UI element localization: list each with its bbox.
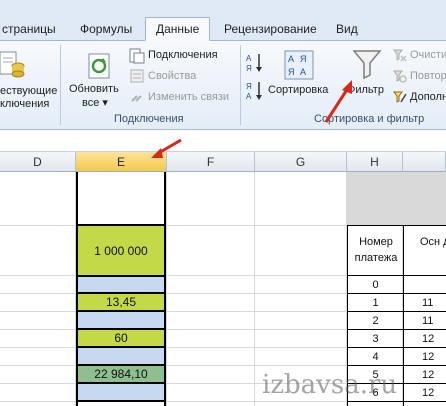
filter-funnel-icon[interactable] [352, 48, 382, 80]
cell-e3[interactable] [76, 277, 166, 293]
refresh-all-label-1[interactable]: Обновить [69, 83, 119, 95]
reapply-icon [393, 70, 407, 83]
edit-links-icon [131, 95, 142, 102]
column-header-i[interactable] [403, 152, 446, 172]
svg-text:Я: Я [288, 67, 295, 77]
table-border [347, 401, 446, 402]
connections-button[interactable]: Подключения [148, 49, 218, 61]
cell-e4[interactable]: 13,45 [76, 294, 166, 311]
svg-text:Я: Я [300, 54, 307, 64]
tab-view[interactable]: Вид [336, 18, 358, 40]
sort-za-icon[interactable]: Я А [246, 80, 264, 102]
svg-text:Я: Я [246, 82, 252, 91]
cell-e1[interactable] [76, 172, 166, 225]
cell-e8[interactable]: 22 984,10 [76, 366, 166, 383]
svg-text:А: А [246, 54, 252, 63]
svg-text:Я: Я [246, 64, 252, 73]
table-header-payment-number[interactable]: Номер платежа [350, 234, 402, 266]
advanced-filter-icon[interactable] [393, 90, 407, 104]
connections-group-label: Подключения [114, 113, 184, 125]
table-header-principal[interactable]: Осн д [420, 234, 446, 250]
table-border [347, 365, 446, 366]
table-border [347, 225, 446, 226]
tab-formulas[interactable]: Формулы [80, 18, 132, 40]
clear-filter-icon [393, 49, 407, 62]
refresh-all-label-2[interactable]: все ▾ [82, 96, 108, 109]
tab-page-layout[interactable]: страницы [2, 18, 56, 40]
table-border [347, 293, 446, 294]
clear-button: Очисти [410, 49, 446, 61]
table-cell-i[interactable]: 12 [404, 332, 446, 346]
cell-e7[interactable] [76, 348, 166, 365]
connections-icon[interactable] [129, 48, 145, 64]
watermark-text: izbavsa.ru [262, 370, 398, 400]
existing-connections-label-1[interactable]: ествующие [0, 85, 57, 97]
red-arrow-column [151, 138, 182, 158]
table-border [347, 311, 446, 312]
grid-vline [254, 172, 255, 406]
table-cell-h[interactable]: 1 [348, 296, 403, 310]
sheet-top-gap [0, 130, 446, 152]
table-cell-h[interactable]: 2 [348, 314, 403, 328]
table-cell-h[interactable]: 4 [348, 350, 403, 364]
svg-text:А: А [300, 67, 306, 77]
grid-vline [166, 172, 167, 406]
advanced-button[interactable]: Дополн [410, 91, 446, 103]
existing-connections-icon[interactable] [0, 50, 26, 80]
table-cell-h[interactable]: 3 [348, 332, 403, 346]
svg-text:А: А [246, 92, 252, 101]
existing-connections-label-2[interactable]: ключения [0, 98, 49, 110]
table-cell-i[interactable]: 11 [404, 296, 446, 310]
header-fill-block [347, 172, 446, 225]
table-cell-i[interactable]: 12 [404, 368, 446, 382]
edit-links-button: Изменить связи [148, 91, 230, 103]
tab-data[interactable]: Данные [145, 17, 211, 41]
table-cell-h[interactable]: 0 [348, 278, 403, 292]
red-arrow-filter [324, 80, 352, 123]
cell-e10[interactable] [76, 402, 166, 406]
column-header-d[interactable]: D [0, 152, 76, 172]
properties-icon [130, 69, 144, 83]
ribbon-separator [60, 45, 61, 125]
table-cell-i[interactable]: 11 [404, 314, 446, 328]
cell-e6[interactable]: 60 [76, 330, 166, 347]
table-border [347, 275, 446, 276]
table-cell-i[interactable]: 12 [404, 350, 446, 364]
sort-az-icon[interactable]: А Я [246, 52, 264, 74]
table-cell-i[interactable]: 12 [404, 386, 446, 400]
cell-e9[interactable] [76, 384, 166, 401]
table-border [347, 347, 446, 348]
cell-e2[interactable]: 1 000 000 [76, 226, 166, 276]
svg-text:А: А [288, 54, 294, 64]
ribbon-separator [240, 45, 241, 125]
refresh-all-icon[interactable] [86, 52, 114, 82]
sort-icon[interactable]: А Я Я А [284, 50, 314, 80]
column-header-h[interactable]: H [347, 152, 403, 172]
column-header-g[interactable]: G [255, 152, 347, 172]
table-border [347, 329, 446, 330]
cell-e5[interactable] [76, 312, 166, 329]
reapply-button: Повтор [410, 70, 446, 82]
tab-review[interactable]: Рецензирование [224, 18, 317, 40]
properties-button: Свойства [148, 70, 197, 82]
ribbon-tab-bar [0, 0, 446, 41]
